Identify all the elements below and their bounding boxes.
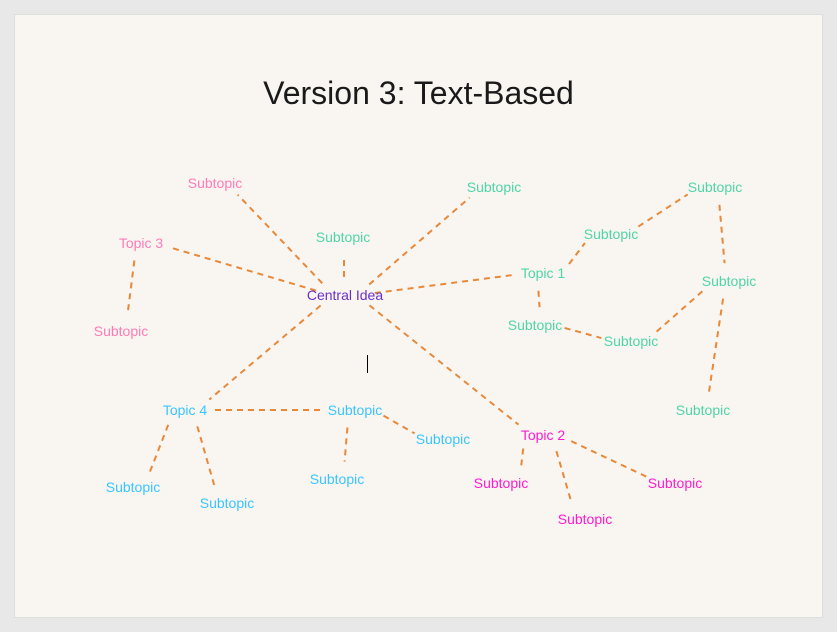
node-topic3: Topic 3	[119, 235, 163, 251]
node-subR2: Subtopic	[676, 402, 730, 418]
edge	[657, 290, 704, 331]
node-t3s1: Subtopic	[188, 175, 242, 191]
edge	[345, 427, 348, 461]
edge	[538, 291, 539, 307]
node-t4s5: Subtopic	[200, 495, 254, 511]
edge	[565, 328, 602, 338]
node-t1s3: Subtopic	[688, 179, 742, 195]
edge	[369, 198, 469, 285]
node-t4s3: Subtopic	[310, 471, 364, 487]
mindmap-canvas: Version 3: Text-Based Central Idea Topic …	[14, 14, 823, 618]
node-t1s4: Subtopic	[508, 317, 562, 333]
edge	[521, 449, 523, 470]
edge	[719, 205, 724, 263]
edge	[238, 195, 323, 284]
node-t4s4: Subtopic	[106, 479, 160, 495]
edge	[383, 416, 414, 434]
node-t1s2: Subtopic	[584, 226, 638, 242]
edge	[556, 451, 571, 503]
node-subR1: Subtopic	[702, 273, 756, 289]
node-t1s1: Subtopic	[467, 179, 521, 195]
edge	[709, 299, 723, 393]
node-t1s5: Subtopic	[604, 333, 658, 349]
edge	[569, 243, 585, 264]
edge	[571, 441, 647, 477]
node-topic1: Topic 1	[521, 265, 565, 281]
edge	[128, 261, 135, 314]
node-t3s2: Subtopic	[94, 323, 148, 339]
node-central: Central Idea	[307, 287, 383, 303]
edge	[170, 247, 316, 290]
edge	[197, 426, 214, 486]
node-topic4: Topic 4	[163, 402, 207, 418]
node-t2s3: Subtopic	[558, 511, 612, 527]
node-t4s2: Subtopic	[416, 431, 470, 447]
node-t2s1: Subtopic	[474, 475, 528, 491]
diagram-title: Version 3: Text-Based	[263, 75, 574, 112]
edge	[375, 275, 513, 293]
edge	[150, 425, 168, 472]
edge	[369, 305, 518, 424]
edge	[638, 194, 687, 226]
edge	[209, 306, 320, 400]
node-topic2: Topic 2	[521, 427, 565, 443]
node-t1floating: Subtopic	[316, 229, 370, 245]
node-t4s1: Subtopic	[328, 402, 382, 418]
text-cursor	[367, 355, 368, 373]
node-t2s2: Subtopic	[648, 475, 702, 491]
